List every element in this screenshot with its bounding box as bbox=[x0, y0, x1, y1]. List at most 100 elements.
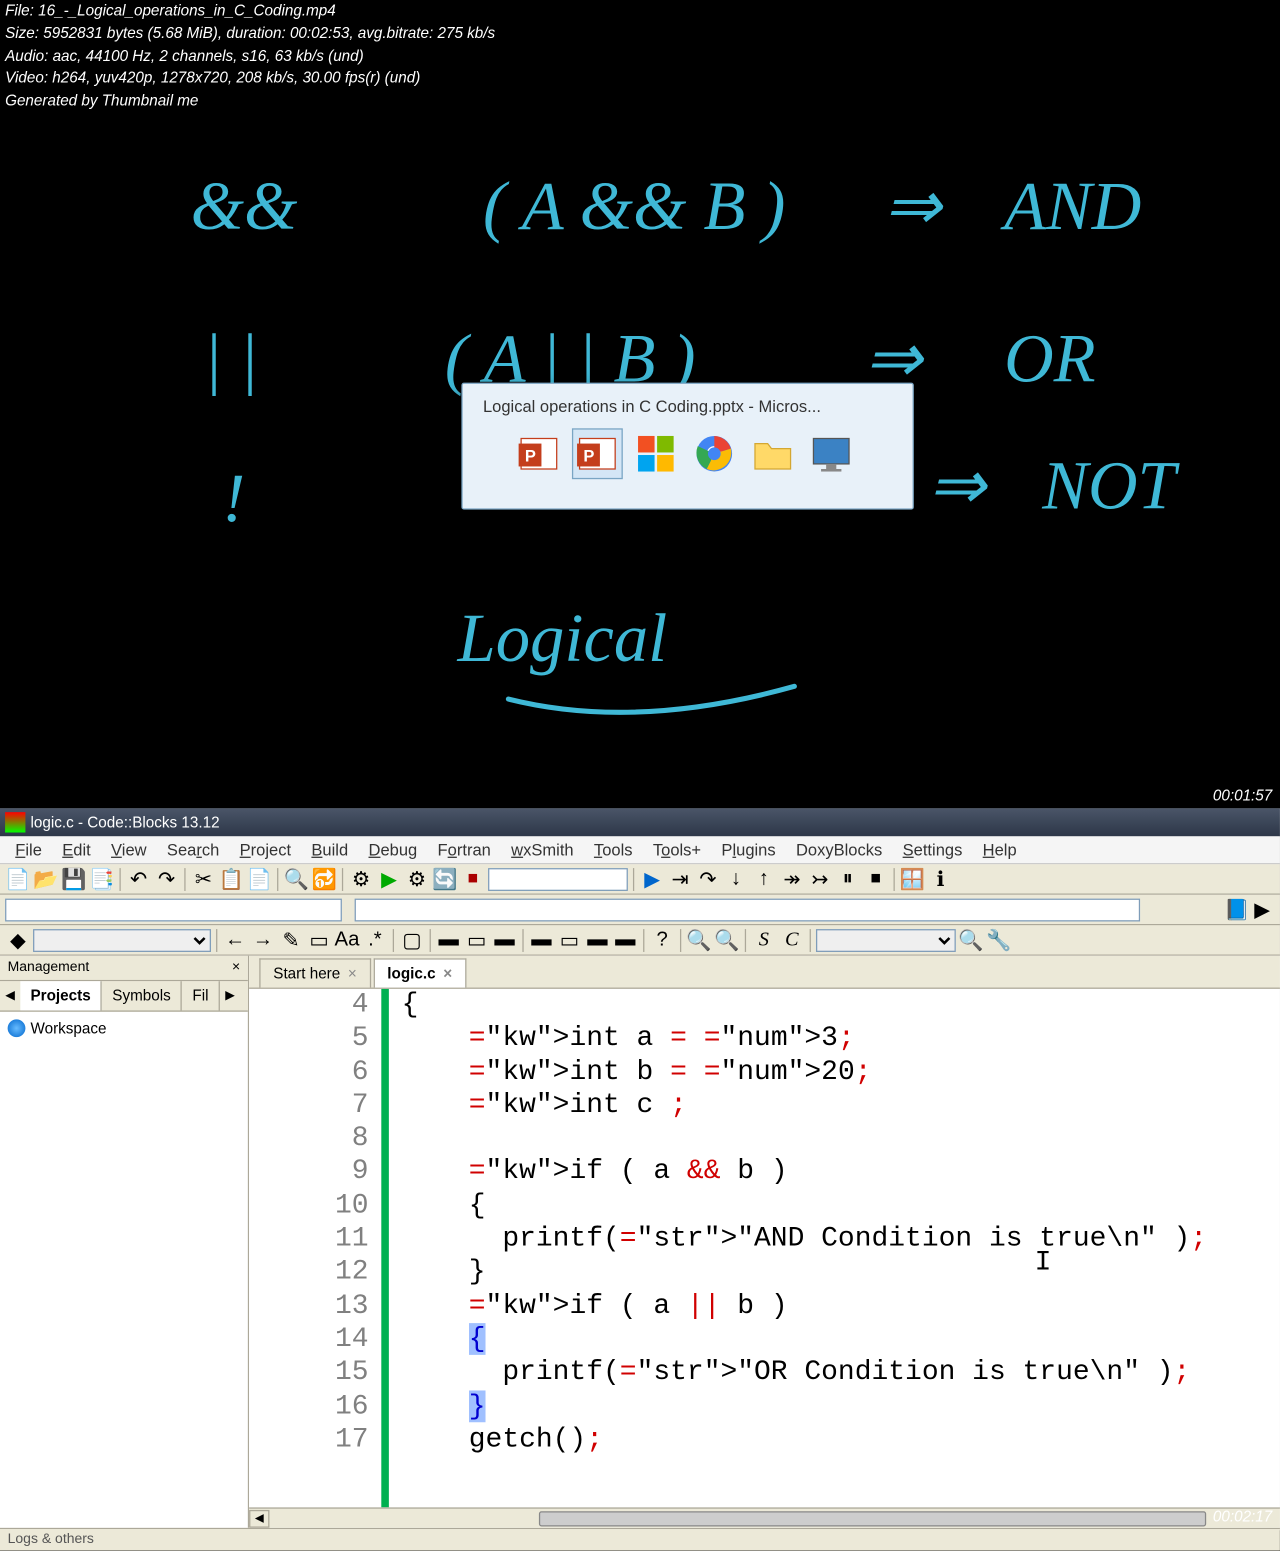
abort-icon[interactable]: ⏹ bbox=[460, 866, 485, 891]
alt-tab-switcher[interactable]: Logical operations in C Coding.pptx - Mi… bbox=[461, 383, 913, 510]
select-icon[interactable]: ▭ bbox=[306, 927, 331, 952]
windows-icon[interactable] bbox=[630, 428, 681, 479]
debug-windows-icon[interactable]: 🪟 bbox=[900, 866, 925, 891]
code-editor[interactable]: 4567891011121314151617 { ="kw">int a = =… bbox=[249, 989, 1280, 1508]
logs-panel-header[interactable]: Logs & others bbox=[0, 1528, 1280, 1551]
open-icon[interactable]: 📂 bbox=[33, 866, 58, 891]
misc5-icon[interactable]: ▭ bbox=[557, 927, 582, 952]
menu-help[interactable]: Help bbox=[973, 838, 1027, 862]
cut-icon[interactable]: ✂ bbox=[191, 866, 216, 891]
misc4-icon[interactable]: ▬ bbox=[529, 927, 554, 952]
text-cursor: I bbox=[1035, 1247, 1038, 1272]
doxyrun-icon[interactable]: ▶ bbox=[1249, 897, 1274, 922]
find-icon[interactable]: 🔍 bbox=[283, 866, 308, 891]
function-combo[interactable] bbox=[355, 898, 1140, 921]
zoom-in-icon[interactable]: 🔍 bbox=[686, 927, 711, 952]
powerpoint-icon[interactable]: P bbox=[513, 428, 564, 479]
horizontal-scrollbar[interactable]: ◀ bbox=[249, 1507, 1280, 1527]
misc2-icon[interactable]: ▭ bbox=[464, 927, 489, 952]
menu-edit[interactable]: Edit bbox=[52, 838, 101, 862]
jump-back-icon[interactable]: ← bbox=[222, 927, 247, 952]
ide-titlebar[interactable]: logic.c - Code::Blocks 13.12 bbox=[0, 808, 1280, 836]
scroll-thumb[interactable] bbox=[539, 1511, 1206, 1526]
run-icon[interactable]: ▶ bbox=[376, 866, 401, 891]
misc6-icon[interactable]: ▬ bbox=[585, 927, 610, 952]
folder-icon[interactable] bbox=[747, 428, 798, 479]
block-icon[interactable]: ▢ bbox=[399, 927, 424, 952]
next-line-icon[interactable]: ↷ bbox=[695, 866, 720, 891]
s-icon[interactable]: S bbox=[751, 927, 776, 952]
scope-combo[interactable] bbox=[5, 898, 342, 921]
tabs-right-arrow-icon[interactable]: ▶ bbox=[220, 981, 240, 1010]
stop-icon[interactable]: ⏹ bbox=[863, 866, 888, 891]
menu-plugins[interactable]: Plugins bbox=[711, 838, 786, 862]
zoom-out-icon[interactable]: 🔍 bbox=[714, 927, 739, 952]
jump-fwd-icon[interactable]: → bbox=[250, 927, 275, 952]
replace-icon[interactable]: 🔂 bbox=[311, 866, 336, 891]
save-icon[interactable]: 💾 bbox=[61, 866, 86, 891]
chm-icon[interactable]: ? bbox=[649, 927, 674, 952]
menu-bar: File Edit View Search Project Build Debu… bbox=[0, 836, 1280, 864]
build-icon[interactable]: ⚙ bbox=[348, 866, 373, 891]
close-icon[interactable]: × bbox=[443, 965, 452, 983]
save-all-icon[interactable]: 📑 bbox=[89, 866, 114, 891]
editor-tab-logic-c[interactable]: logic.c × bbox=[373, 958, 466, 987]
close-icon[interactable]: × bbox=[348, 965, 357, 983]
scroll-left-icon[interactable]: ◀ bbox=[249, 1509, 269, 1527]
monitor-icon[interactable] bbox=[806, 428, 857, 479]
menu-wxsmith[interactable]: wxSmith bbox=[501, 838, 584, 862]
search-go-icon[interactable]: 🔍 bbox=[958, 927, 983, 952]
menu-file[interactable]: File bbox=[5, 838, 52, 862]
menu-settings[interactable]: Settings bbox=[892, 838, 972, 862]
break-icon[interactable]: ⏸ bbox=[835, 866, 860, 891]
step-into-icon[interactable]: ↓ bbox=[723, 866, 748, 891]
menu-project[interactable]: Project bbox=[229, 838, 301, 862]
copy-icon[interactable]: 📋 bbox=[219, 866, 244, 891]
menu-tools-plus[interactable]: Tools+ bbox=[643, 838, 712, 862]
step-out-icon[interactable]: ↑ bbox=[751, 866, 776, 891]
close-icon[interactable]: × bbox=[232, 960, 240, 977]
options-icon[interactable]: 🔧 bbox=[986, 927, 1011, 952]
run-to-cursor-icon[interactable]: ⇥ bbox=[667, 866, 692, 891]
marker-icon[interactable]: ◆ bbox=[5, 927, 30, 952]
svg-text:⇒: ⇒ bbox=[928, 447, 988, 523]
menu-tools[interactable]: Tools bbox=[584, 838, 643, 862]
tab-files[interactable]: Fil bbox=[182, 981, 220, 1010]
menu-fortran[interactable]: Fortran bbox=[427, 838, 501, 862]
rebuild-icon[interactable]: 🔄 bbox=[432, 866, 457, 891]
workspace-item[interactable]: Workspace bbox=[0, 1012, 248, 1045]
bookmark-combo[interactable] bbox=[33, 928, 211, 951]
menu-view[interactable]: View bbox=[101, 838, 157, 862]
build-target-combo[interactable] bbox=[488, 867, 628, 890]
misc7-icon[interactable]: ▬ bbox=[613, 927, 638, 952]
regex-icon[interactable]: .* bbox=[362, 927, 387, 952]
chrome-icon[interactable] bbox=[689, 428, 740, 479]
tab-projects[interactable]: Projects bbox=[20, 981, 102, 1010]
case-icon[interactable]: Aa bbox=[334, 927, 359, 952]
menu-debug[interactable]: Debug bbox=[358, 838, 427, 862]
menu-doxyblocks[interactable]: DoxyBlocks bbox=[786, 838, 893, 862]
powerpoint-icon[interactable]: P bbox=[572, 428, 623, 479]
info-icon[interactable]: ℹ bbox=[928, 866, 953, 891]
misc1-icon[interactable]: ▬ bbox=[436, 927, 461, 952]
debug-continue-icon[interactable]: ▶ bbox=[639, 866, 664, 891]
menu-build[interactable]: Build bbox=[301, 838, 358, 862]
menu-search[interactable]: Search bbox=[157, 838, 230, 862]
undo-icon[interactable]: ↶ bbox=[126, 866, 151, 891]
redo-icon[interactable]: ↷ bbox=[154, 866, 179, 891]
code-content[interactable]: { ="kw">int a = ="num">3; ="kw">int b = … bbox=[389, 989, 1280, 1508]
c-icon[interactable]: C bbox=[779, 927, 804, 952]
misc3-icon[interactable]: ▬ bbox=[492, 927, 517, 952]
next-instr-icon[interactable]: ↠ bbox=[779, 866, 804, 891]
build-run-icon[interactable]: ⚙ bbox=[404, 866, 429, 891]
step-instr-icon[interactable]: ↣ bbox=[807, 866, 832, 891]
highlight-icon[interactable]: ✎ bbox=[278, 927, 303, 952]
doxyblock-icon[interactable]: 📘 bbox=[1224, 897, 1249, 922]
editor-tab-start-here[interactable]: Start here × bbox=[259, 958, 370, 987]
tabs-left-arrow-icon[interactable]: ◀ bbox=[0, 981, 20, 1010]
codeblocks-ide: logic.c - Code::Blocks 13.12 File Edit V… bbox=[0, 808, 1280, 1530]
paste-icon[interactable]: 📄 bbox=[247, 866, 272, 891]
new-file-icon[interactable]: 📄 bbox=[5, 866, 30, 891]
search-combo[interactable] bbox=[816, 928, 956, 951]
tab-symbols[interactable]: Symbols bbox=[102, 981, 182, 1010]
